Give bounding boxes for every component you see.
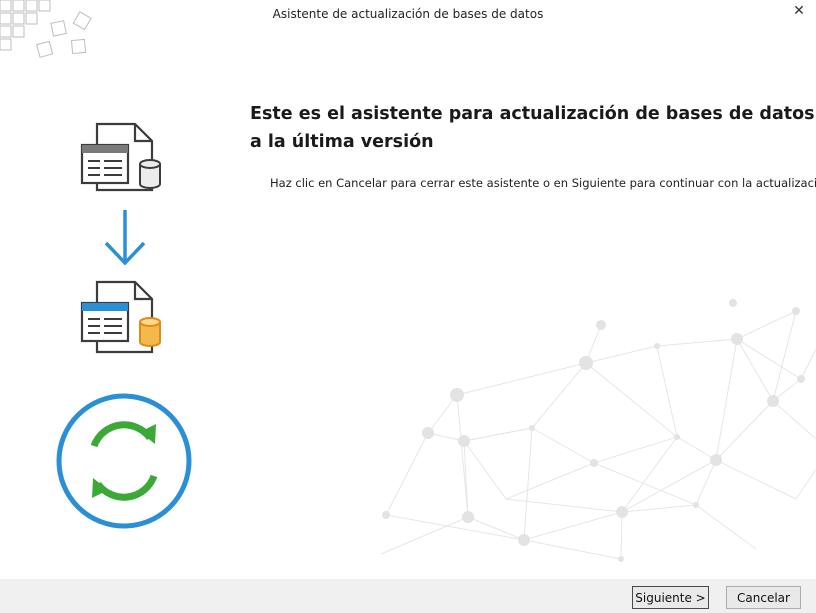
- close-icon[interactable]: ✕: [788, 2, 810, 20]
- refresh-circle-icon: [56, 393, 192, 529]
- next-button[interactable]: Siguiente >: [632, 586, 709, 609]
- page-heading: Este es el asistente para actualización …: [250, 100, 815, 156]
- heading-line-2: a la última versión: [250, 132, 434, 152]
- database-document-icon: [80, 122, 161, 192]
- illustration-panel: [56, 122, 192, 529]
- instructions-text: Haz clic en Cancelar para cerrar este as…: [270, 176, 816, 190]
- heading-line-1: Este es el asistente para actualización …: [250, 104, 815, 124]
- cancel-button[interactable]: Cancelar: [726, 586, 801, 609]
- decorative-network: [380, 299, 816, 562]
- arrow-down-icon: [104, 210, 146, 266]
- footer-bar: Siguiente > Cancelar: [0, 579, 816, 613]
- database-document-updated-icon: [80, 280, 161, 354]
